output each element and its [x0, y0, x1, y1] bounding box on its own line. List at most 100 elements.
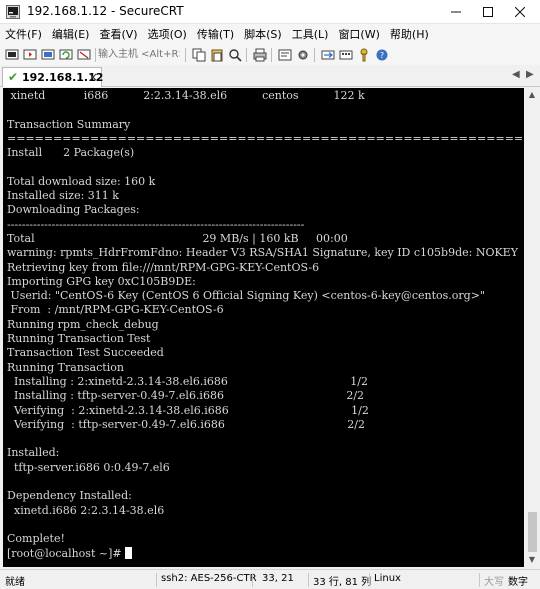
toolbar: ?	[0, 45, 540, 65]
terminal-line-text: Installing : 2:xinetd-2.3.14-38.el6.i686…	[7, 374, 368, 388]
status-terminal-size: 33 行, 81 列	[313, 577, 372, 588]
copy-button[interactable]	[191, 47, 207, 63]
quick-connect-icon	[23, 49, 37, 60]
terminal-line: Retrieving key from file:///mnt/RPM-GPG-…	[7, 261, 523, 275]
menu-options[interactable]: 选项(O)	[145, 25, 190, 44]
keymap-button[interactable]	[338, 47, 354, 63]
paste-button[interactable]	[209, 47, 225, 63]
status-cursor-position: 33, 21	[262, 573, 294, 584]
tab-scroll-right-icon[interactable]: ▶	[526, 69, 534, 80]
terminal-line-text: Install 2 Package(s)	[7, 146, 135, 160]
close-icon	[515, 7, 525, 17]
terminal-line: Installing : 2:xinetd-2.3.14-38.el6.i686…	[7, 375, 523, 389]
quick-connect-input[interactable]	[98, 47, 180, 63]
terminal-line-text: warning: rpmts_HdrFromFdno: Header V3 RS…	[7, 246, 518, 260]
sftp-button[interactable]	[320, 47, 336, 63]
minimize-button[interactable]	[441, 0, 471, 24]
reconnect-icon	[59, 49, 73, 60]
terminal-line-text: Transaction Summary	[7, 117, 131, 131]
sftp-icon	[321, 50, 335, 60]
status-terminal-type: Linux	[374, 573, 401, 584]
terminal-line-text: Verifying : 2:xinetd-2.3.14-38.el6.i686 …	[7, 403, 369, 417]
terminal-line: tftp-server.i686 0:0.49-7.el6	[7, 461, 523, 475]
scroll-up-icon[interactable]: ▲	[525, 88, 539, 102]
status-num-lock: 数字	[508, 577, 528, 588]
svg-text:?: ?	[380, 51, 384, 60]
find-button[interactable]	[227, 47, 243, 63]
copy-icon	[192, 48, 206, 62]
terminal-line: Transaction Summary	[7, 118, 523, 132]
terminal-line: warning: rpmts_HdrFromFdno: Header V3 RS…	[7, 246, 523, 260]
maximize-button[interactable]	[473, 0, 503, 24]
terminal-line-text: Installed size: 311 k	[7, 189, 119, 203]
global-options-button[interactable]	[295, 47, 311, 63]
terminal-line-text: xinetd.i686 2:2.3.14-38.el6	[7, 503, 165, 517]
menu-transfer[interactable]: 传输(T)	[194, 25, 237, 44]
status-cipher: ssh2: AES-256-CTR	[161, 573, 257, 584]
terminal-line-text: Retrieving key from file:///mnt/RPM-GPG-…	[7, 260, 320, 274]
status-separator	[156, 573, 157, 587]
terminal-line-text: Total download size: 160 k	[7, 174, 156, 188]
terminal-output: xinetd i686 2:2.3.14-38.el6 centos 122 k…	[7, 89, 524, 561]
menu-script[interactable]: 脚本(S)	[241, 25, 285, 44]
help-button[interactable]: ?	[374, 47, 390, 63]
terminal-line: Downloading Packages:	[7, 203, 523, 217]
menu-file[interactable]: 文件(F)	[2, 25, 45, 44]
terminal-line: Total 29 MB/s | 160 kB 00:00	[7, 232, 523, 246]
menu-help[interactable]: 帮助(H)	[387, 25, 432, 44]
connect-in-tab-button[interactable]	[40, 47, 56, 63]
maximize-icon	[483, 7, 493, 17]
menu-tools[interactable]: 工具(L)	[289, 25, 332, 44]
scroll-down-icon[interactable]: ▼	[525, 553, 539, 567]
session-tab-strip: ✔ 192.168.1.12 × ◀ ▶	[0, 65, 540, 87]
title-bar: 192.168.1.12 - SecureCRT	[0, 0, 540, 24]
session-options-button[interactable]	[277, 47, 293, 63]
menu-window[interactable]: 窗口(W)	[335, 25, 382, 44]
toolbar-separator	[314, 48, 315, 62]
status-separator	[369, 573, 370, 587]
terminal-line-text: [root@localhost ~]#	[7, 546, 126, 560]
terminal-line-text: ----------------------------------------…	[7, 217, 305, 231]
terminal-line: Transaction Test Succeeded	[7, 346, 523, 360]
tab-close-icon[interactable]: ×	[88, 70, 98, 84]
terminal-line-text: Downloading Packages:	[7, 203, 140, 217]
terminal-line-text: Running Transaction	[7, 360, 124, 374]
terminal-line-text: Importing GPG key 0xC105B9DE:	[7, 274, 196, 288]
key-agent-button[interactable]	[356, 47, 372, 63]
menu-edit[interactable]: 编辑(E)	[49, 25, 93, 44]
scroll-thumb[interactable]	[528, 512, 537, 552]
status-bar: 就绪 ssh2: AES-256-CTR 33, 21 33 行, 81 列 L…	[0, 569, 540, 589]
disconnect-button[interactable]	[76, 47, 92, 63]
terminal-line-text: Total 29 MB/s | 160 kB 00:00	[7, 231, 348, 245]
terminal-line-text: Installing : tftp-server-0.49-7.el6.i686…	[7, 389, 365, 403]
terminal-screen[interactable]: xinetd i686 2:2.3.14-38.el6 centos 122 k…	[3, 88, 524, 567]
find-icon	[229, 49, 242, 62]
print-icon	[253, 48, 267, 62]
disconnect-icon	[77, 49, 91, 60]
connect-button[interactable]	[4, 47, 20, 63]
toolbar-separator	[95, 48, 96, 62]
gear-icon	[298, 50, 308, 60]
menu-view[interactable]: 查看(V)	[96, 25, 140, 44]
terminal-line: Running rpm_check_debug	[7, 318, 523, 332]
terminal-line-text: Verifying : tftp-server-0.49-7.el6.i686 …	[7, 417, 365, 431]
toolbar-separator	[271, 48, 272, 62]
terminal-line: Installing : tftp-server-0.49-7.el6.i686…	[7, 389, 523, 403]
terminal-line: xinetd i686 2:2.3.14-38.el6 centos 122 k	[7, 89, 523, 103]
close-window-button[interactable]	[505, 0, 535, 24]
securecrt-app-icon	[6, 5, 20, 19]
terminal-line: Running Transaction Test	[7, 332, 523, 346]
tab-session[interactable]: ✔ 192.168.1.12 ×	[2, 67, 103, 87]
terminal-line-text: Complete!	[7, 532, 65, 546]
toolbar-separator	[185, 48, 186, 62]
terminal-line: Installed size: 311 k	[7, 189, 523, 203]
terminal-line: ========================================…	[7, 132, 524, 146]
quick-connect-button[interactable]	[22, 47, 38, 63]
print-button[interactable]	[252, 47, 268, 63]
terminal-scrollbar[interactable]: ▲ ▼	[525, 88, 539, 567]
paste-icon	[211, 49, 223, 62]
tab-scroll-left-icon[interactable]: ◀	[512, 69, 520, 80]
terminal-line-text: xinetd i686 2:2.3.14-38.el6 centos 122 k	[7, 89, 365, 102]
reconnect-button[interactable]	[58, 47, 74, 63]
